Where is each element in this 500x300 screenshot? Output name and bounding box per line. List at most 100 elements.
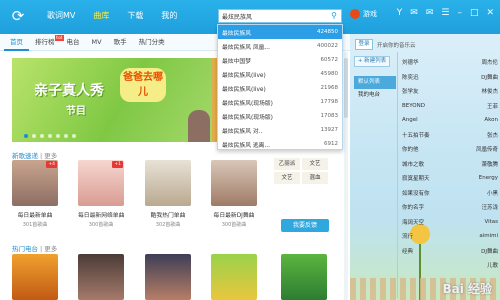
- subnav-charts-label: 排行榜: [35, 37, 55, 46]
- artist-item[interactable]: Energy: [479, 175, 498, 181]
- suggestion-count: 424850: [317, 29, 338, 35]
- scrollbar[interactable]: [344, 52, 348, 300]
- artist-item[interactable]: 十五拍节奏: [402, 131, 430, 139]
- artist-item[interactable]: 汪苏泷: [481, 203, 498, 211]
- artist-item[interactable]: 流行: [402, 232, 413, 240]
- section-new-more-label: 更多: [44, 152, 58, 160]
- artist-item[interactable]: 经典: [402, 247, 413, 255]
- subnav-singers[interactable]: 歌手: [108, 34, 133, 51]
- suggestion-item[interactable]: 最炫民族风(现场版) 17798: [218, 95, 342, 109]
- artist-item[interactable]: Angel: [402, 117, 418, 123]
- tag-item[interactable]: 文艺: [302, 158, 328, 170]
- radio-card[interactable]: [12, 254, 58, 300]
- message-icon[interactable]: ✉: [426, 8, 434, 18]
- maximize-icon[interactable]: □: [470, 8, 479, 18]
- artist-item[interactable]: 张杰: [487, 131, 498, 139]
- playlist-card[interactable]: +4 每日最新单曲 301首歌曲: [12, 160, 58, 228]
- suggestion-item[interactable]: 最炫民族风 凤凰... 400022: [218, 39, 342, 53]
- banner-subtitle: 节目: [66, 106, 86, 117]
- radio-card[interactable]: [281, 254, 327, 300]
- subnav-charts[interactable]: 排行榜 hot: [29, 34, 64, 51]
- suggestion-name: 最炫民族风(live): [222, 86, 266, 93]
- login-button[interactable]: 登录: [355, 39, 373, 50]
- artist-item[interactable]: 寂寞星期天: [402, 174, 430, 182]
- artist-item[interactable]: 城市之歌: [402, 160, 424, 168]
- playlist-card[interactable]: 酷我热门单曲 302首歌曲: [145, 160, 191, 228]
- search-input[interactable]: [219, 10, 323, 22]
- new-list-button[interactable]: + 新建列表: [354, 56, 390, 67]
- section-hot-radio: 热门电台 | 更多: [12, 243, 57, 253]
- artist-row: Angel Akon: [402, 113, 498, 128]
- artist-item[interactable]: DJ舞曲: [481, 73, 498, 81]
- mail-icon[interactable]: ✉: [410, 8, 418, 18]
- tab-download[interactable]: 下载: [124, 8, 146, 23]
- pager-dot[interactable]: [72, 134, 76, 138]
- section-new-more[interactable]: | 更多: [40, 152, 57, 160]
- tab-library[interactable]: 曲库: [90, 8, 112, 23]
- artist-item[interactable]: DJ舞曲: [481, 247, 498, 255]
- subnav-home[interactable]: 首页: [4, 34, 29, 51]
- pager-dot[interactable]: [24, 134, 28, 138]
- artist-item[interactable]: 你的名字: [402, 203, 424, 211]
- artist-item[interactable]: 林俊杰: [481, 87, 498, 95]
- artist-item[interactable]: 儿歌: [487, 261, 498, 269]
- close-icon[interactable]: ✕: [486, 8, 494, 18]
- tag-item[interactable]: 混血: [302, 172, 328, 184]
- suggestion-count: 6912: [324, 141, 338, 147]
- promo-banner[interactable]: 爸爸去哪儿 亲子真人秀 节目: [12, 58, 212, 142]
- suggestion-item[interactable]: 最炫民族风(live) 45980: [218, 67, 342, 81]
- pager-dot[interactable]: [48, 134, 52, 138]
- menu-icon[interactable]: ☰: [441, 8, 449, 18]
- pager-dot[interactable]: [64, 134, 68, 138]
- skin-icon[interactable]: Y: [397, 8, 403, 18]
- pager-dot[interactable]: [56, 134, 60, 138]
- suggestion-item[interactable]: 最炫民族风 逃离... 6912: [218, 137, 342, 151]
- artist-item[interactable]: 海阔天空: [402, 218, 424, 226]
- pager-dot[interactable]: [32, 134, 36, 138]
- minimize-icon[interactable]: –: [457, 8, 462, 18]
- artist-item[interactable]: 王菲: [487, 102, 498, 110]
- artist-item[interactable]: BEYOND: [402, 103, 425, 109]
- suggestion-item[interactable]: 最炫民族风(现场版) 17083: [218, 109, 342, 123]
- suggestion-item[interactable]: 最炫民族风 对.. 13927: [218, 123, 342, 137]
- refresh-icon[interactable]: ⟳: [8, 6, 28, 26]
- tab-lyrics-mv[interactable]: 歌词MV: [44, 8, 78, 23]
- section-radio-more[interactable]: | 更多: [40, 245, 57, 253]
- tag-item[interactable]: 乙丽派: [274, 158, 300, 170]
- playlist-card[interactable]: 每日最新DJ舞曲 300首歌曲: [211, 160, 257, 228]
- section-new-title: 新歌速递: [12, 152, 38, 160]
- game-link[interactable]: 游戏: [350, 9, 377, 19]
- radio-card[interactable]: [78, 254, 124, 300]
- search-icon[interactable]: ⚲: [329, 11, 339, 21]
- artist-item[interactable]: 陈奕迅: [402, 73, 419, 81]
- artist-item[interactable]: aimimi: [479, 233, 498, 239]
- artist-item[interactable]: 张学友: [402, 87, 419, 95]
- tag-item[interactable]: 文艺: [274, 172, 300, 184]
- artist-item[interactable]: Akon: [484, 117, 498, 123]
- subnav-categories[interactable]: 热门分类: [133, 34, 171, 51]
- artist-item[interactable]: 如果没有你: [402, 189, 430, 197]
- suggestion-item[interactable]: 最炫民族风(live) 21968: [218, 81, 342, 95]
- playlist-card[interactable]: +1 每日最新网络单曲 300首歌曲: [78, 160, 124, 228]
- suggestion-item[interactable]: 最炫中国梦 60572: [218, 53, 342, 67]
- feedback-button[interactable]: 我要反馈: [281, 219, 329, 232]
- radio-card[interactable]: [211, 254, 257, 300]
- subnav-mv[interactable]: MV: [86, 34, 108, 51]
- list-item-radio[interactable]: 我的电台: [354, 89, 396, 102]
- artist-item[interactable]: 凤凰传奇: [476, 145, 498, 153]
- subnav-radio[interactable]: 电台: [61, 34, 86, 51]
- tab-mine[interactable]: 我的: [158, 8, 180, 23]
- artist-item[interactable]: 刘德华: [402, 58, 419, 66]
- card-title: 酷我热门单曲: [150, 213, 186, 219]
- card-count: 300首歌曲: [88, 222, 114, 228]
- radio-card[interactable]: [145, 254, 191, 300]
- list-item-default[interactable]: 默认列表: [354, 76, 396, 89]
- suggestion-item[interactable]: 最炫民族风 424850: [218, 25, 342, 39]
- artist-item[interactable]: 你的他: [402, 145, 419, 153]
- scroll-thumb[interactable]: [344, 58, 348, 118]
- artist-item[interactable]: 萧敬腾: [481, 160, 498, 168]
- artist-item[interactable]: 小黑: [487, 189, 498, 197]
- artist-item[interactable]: Vitas: [484, 219, 498, 225]
- pager-dot[interactable]: [40, 134, 44, 138]
- artist-item[interactable]: 周杰伦: [481, 58, 498, 66]
